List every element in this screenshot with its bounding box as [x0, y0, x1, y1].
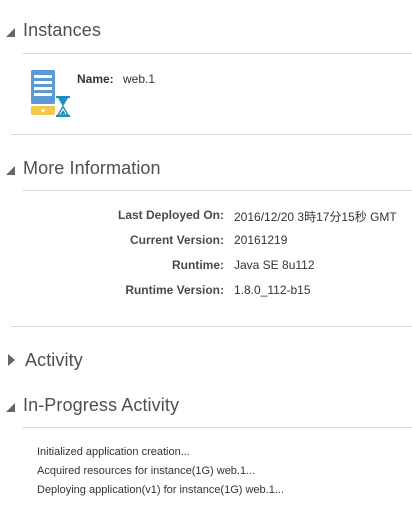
info-row-current-version: Current Version: 20161219 [0, 233, 412, 249]
divider [11, 134, 412, 135]
info-label: Current Version: [129, 233, 224, 247]
collapse-triangle-icon[interactable] [6, 165, 15, 175]
hourglass-icon [56, 96, 70, 117]
more-information-section-header[interactable]: More Information [6, 156, 161, 180]
activity-section-header[interactable]: Activity [6, 348, 83, 372]
divider [11, 326, 412, 327]
in-progress-activity-title: In-Progress Activity [23, 394, 180, 415]
info-label: Runtime: [172, 258, 224, 272]
instance-name-value: web.1 [123, 72, 156, 86]
divider [22, 427, 412, 428]
more-information-title: More Information [23, 157, 161, 178]
info-row-runtime-version: Runtime Version: 1.8.0_112-b15 [0, 283, 412, 299]
collapse-triangle-icon[interactable] [6, 27, 15, 37]
activity-title: Activity [25, 349, 83, 370]
divider [22, 53, 412, 54]
instances-section-header[interactable]: Instances [6, 18, 101, 42]
server-instance-icon [29, 68, 73, 120]
info-value: 2016/12/20 3時17分15秒 GMT [234, 210, 397, 224]
activity-log-line: Initialized application creation... [37, 446, 190, 458]
info-value: 1.8.0_112-b15 [234, 283, 311, 297]
info-label: Last Deployed On: [117, 208, 224, 222]
in-progress-activity-section-header[interactable]: In-Progress Activity [6, 393, 179, 417]
info-label: Runtime Version: [125, 283, 224, 297]
expand-triangle-icon[interactable] [8, 354, 15, 366]
divider [22, 190, 412, 191]
name-label: Name: [77, 72, 114, 86]
info-value: Java SE 8u112 [234, 258, 315, 272]
activity-log-line: Deploying application(v1) for instance(1… [37, 484, 285, 496]
info-row-runtime: Runtime: Java SE 8u112 [0, 258, 412, 274]
info-row-last-deployed: Last Deployed On: 2016/12/20 3時17分15秒 GM… [0, 208, 412, 224]
activity-log-line: Acquired resources for instance(1G) web.… [37, 465, 256, 477]
instances-title: Instances [23, 19, 101, 40]
info-value: 20161219 [234, 233, 288, 247]
collapse-triangle-icon[interactable] [6, 402, 15, 412]
